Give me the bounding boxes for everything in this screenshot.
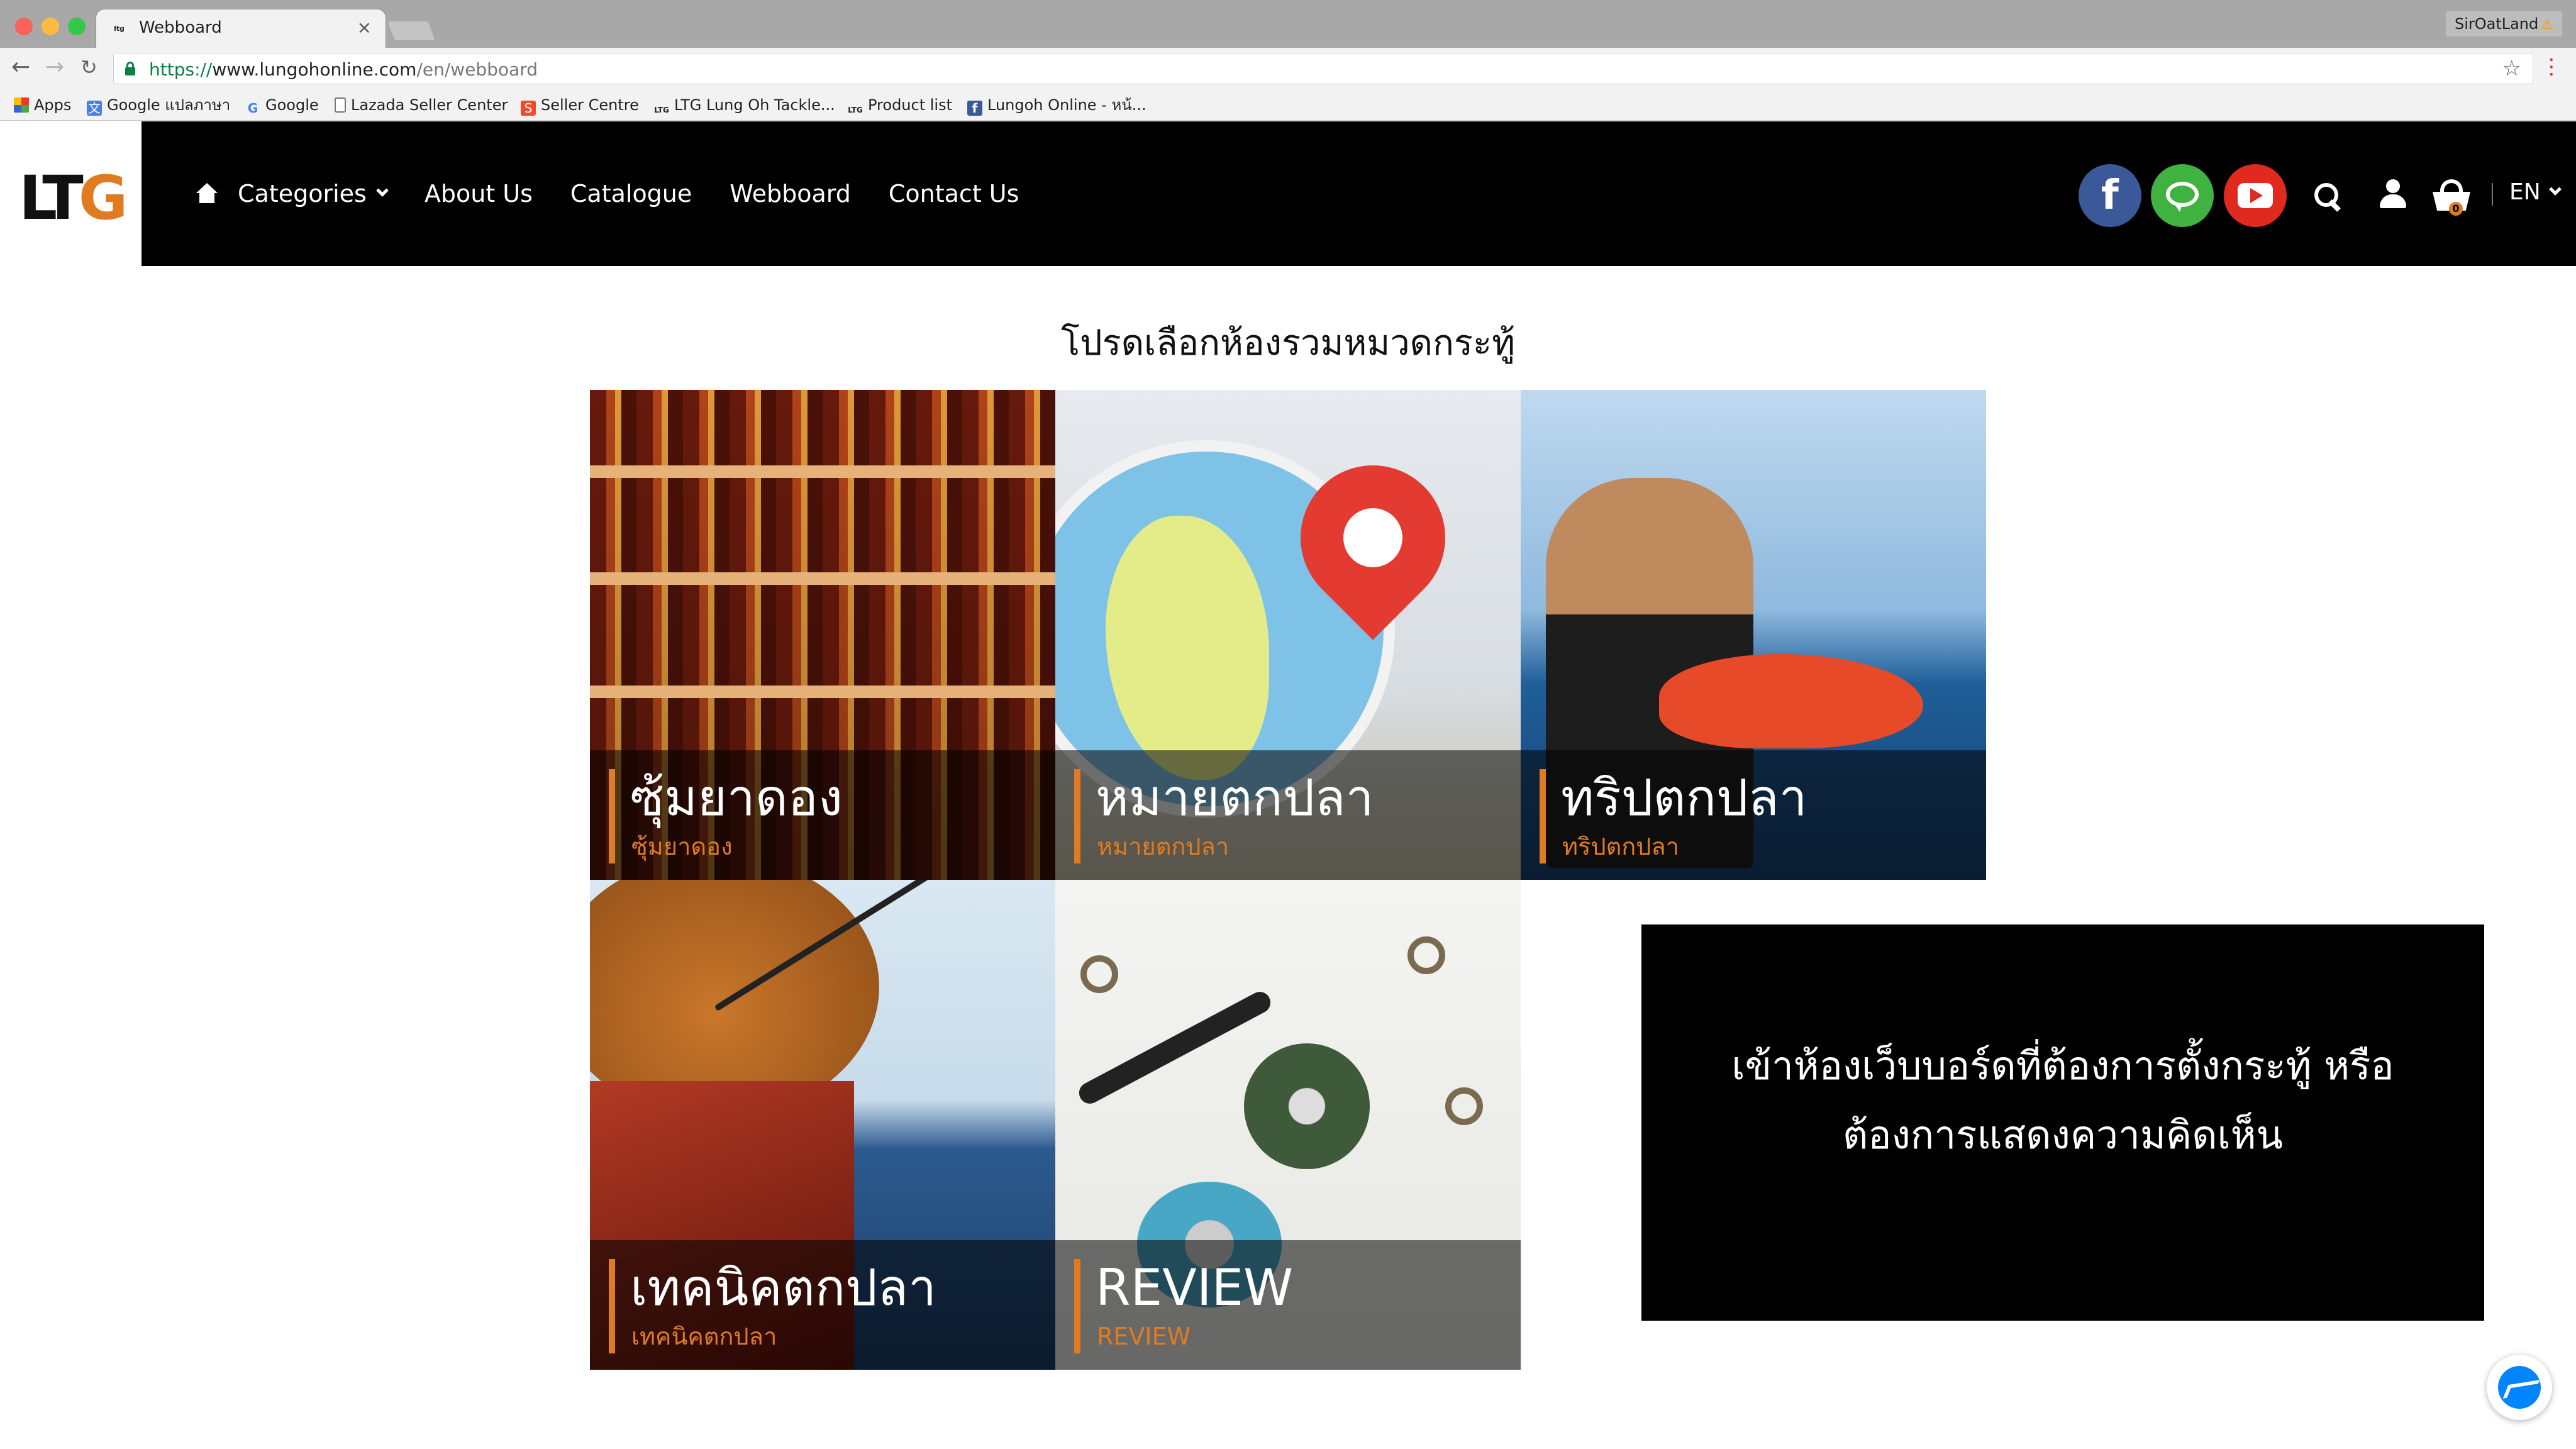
page-title: โปรดเลือกห้องรวมหมวดกระทู้ <box>1060 323 1515 364</box>
nav-contact-us[interactable]: Contact Us <box>889 180 1019 208</box>
user-icon[interactable] <box>2380 179 2406 208</box>
tile-caption: REVIEW REVIEW <box>1055 1240 1521 1370</box>
youtube-icon[interactable] <box>2224 164 2287 227</box>
accent-bar <box>609 769 615 863</box>
nav-categories[interactable]: Categories <box>195 180 389 208</box>
home-icon <box>195 183 219 204</box>
window-maximize-button[interactable] <box>68 18 86 35</box>
site-header: LTG Categories About Us Catalogue Webboa… <box>0 121 2576 266</box>
nav-webboard[interactable]: Webboard <box>730 180 851 208</box>
accent-bar <box>1074 769 1080 863</box>
bookmark-product-list[interactable]: LTG Product list <box>848 94 952 116</box>
warning-icon: ⚠ <box>2541 17 2553 33</box>
line-icon[interactable] <box>2151 164 2214 227</box>
fish-photo <box>1659 654 1923 748</box>
accent-bar <box>1074 1259 1080 1353</box>
accent-bar <box>609 1259 615 1353</box>
page-icon <box>335 97 346 113</box>
board-tile-fishing-trips[interactable]: ทริปตกปลา ทริปตกปลา <box>1521 390 1986 880</box>
forward-arrow-icon[interactable]: → <box>45 54 64 80</box>
profile-name: SirOatLand <box>2454 15 2539 33</box>
window-close-button[interactable] <box>15 18 33 35</box>
nav-catalogue[interactable]: Catalogue <box>570 180 692 208</box>
apps-grid-icon <box>14 97 29 113</box>
messenger-chat-button[interactable] <box>2487 1355 2552 1420</box>
info-banner-text: เข้าห้องเว็บบอร์ดที่ต้องการตั้งกระทู้ หร… <box>1641 1031 2484 1170</box>
bookmark-google[interactable]: G Google <box>245 94 319 116</box>
site-logo: LTG <box>19 163 128 233</box>
reel-spool-photo <box>1244 1043 1370 1169</box>
new-tab-button[interactable] <box>387 21 435 40</box>
chevron-down-icon <box>2548 182 2562 196</box>
tab-favicon: ltg <box>114 25 125 33</box>
tile-caption: เทคนิคตกปลา เทคนิคตกปลา <box>590 1240 1055 1370</box>
ltg-icon: LTG <box>654 106 669 114</box>
info-line-1: เข้าห้องเว็บบอร์ดที่ต้องการตั้งกระทู้ หร… <box>1731 1043 2394 1089</box>
tab-close-icon[interactable]: × <box>357 17 372 38</box>
bookmark-seller-centre[interactable]: S Seller Centre <box>521 94 639 116</box>
google-icon: G <box>247 101 258 116</box>
google-translate-icon: 文 <box>87 101 102 116</box>
divider <box>2492 183 2493 206</box>
board-title: เทคนิคตกปลา <box>630 1258 936 1317</box>
board-subtitle: REVIEW <box>1097 1323 1191 1350</box>
tile-caption: หมายตกปลา หมายตกปลา <box>1055 750 1521 880</box>
board-subtitle: เทคนิคตกปลา <box>631 1323 777 1350</box>
bookmark-google-translate[interactable]: 文 Google แปลภาษา <box>87 94 230 116</box>
nav-about-us[interactable]: About Us <box>425 180 533 208</box>
browser-menu-icon[interactable]: ⋮ <box>2541 55 2562 78</box>
bookmark-lungoh-facebook[interactable]: f Lungoh Online - หน้... <box>967 94 1146 116</box>
messenger-icon <box>2498 1366 2541 1409</box>
browser-tab-active[interactable]: ltg Webboard × <box>96 9 386 48</box>
screen: ltg Webboard × SirOatLand ⚠ ← → ↻ https:/… <box>0 0 2576 1449</box>
browser-toolbar: ← → ↻ https://www.lungohonline.com/en/we… <box>0 48 2576 89</box>
board-subtitle: ทริปตกปลา <box>1562 833 1680 860</box>
board-title: ซุ้มยาดอง <box>630 769 843 827</box>
board-tile-review[interactable]: REVIEW REVIEW <box>1055 880 1521 1370</box>
bookmark-star-icon[interactable]: ☆ <box>2502 56 2521 81</box>
board-title: หมายตกปลา <box>1096 769 1374 827</box>
board-tile-fishing-spots[interactable]: หมายตกปลา หมายตกปลา <box>1055 390 1521 880</box>
accent-bar <box>1540 769 1546 863</box>
board-subtitle: หมายตกปลา <box>1097 833 1230 860</box>
board-tile-fishing-techniques[interactable]: เทคนิคตกปลา เทคนิคตกปลา <box>590 880 1055 1370</box>
bookmark-lazada-seller-center[interactable]: Lazada Seller Center <box>335 94 508 116</box>
browser-tab-strip: ltg Webboard × SirOatLand ⚠ <box>0 0 2576 48</box>
profile-button[interactable]: SirOatLand ⚠ <box>2445 11 2562 36</box>
board-title: REVIEW <box>1096 1258 1294 1317</box>
nav-categories-label: Categories <box>238 180 367 208</box>
language-selector[interactable]: EN <box>2509 179 2562 205</box>
info-line-2: ต้องการแสดงความคิดเห็น <box>1843 1112 2283 1158</box>
language-label: EN <box>2509 179 2541 205</box>
main-nav: Categories About Us Catalogue Webboard C… <box>195 121 1057 266</box>
window-minimize-button[interactable] <box>42 18 59 35</box>
chevron-down-icon <box>375 184 389 197</box>
back-arrow-icon[interactable]: ← <box>11 54 30 80</box>
facebook-icon: f <box>967 101 982 116</box>
lock-icon <box>125 62 135 75</box>
search-icon[interactable] <box>2314 183 2340 208</box>
ltg-icon: LTG <box>848 106 863 114</box>
bookmarks-bar: Apps 文 Google แปลภาษา G Google Lazada Sell… <box>0 89 2576 121</box>
bookmark-apps[interactable]: Apps <box>14 94 71 116</box>
board-title: ทริปตกปลา <box>1561 769 1807 827</box>
tab-title: Webboard <box>139 18 222 37</box>
logo-link[interactable]: LTG <box>0 121 142 266</box>
tile-caption: ทริปตกปลา ทริปตกปลา <box>1521 750 1986 880</box>
address-bar[interactable]: https://www.lungohonline.com/en/webboard… <box>113 53 2533 84</box>
bookmark-ltg-lung-oh[interactable]: LTG LTG Lung Oh Tackle... <box>654 94 835 116</box>
tile-caption: ซุ้มยาดอง ซุ้มยาดอง <box>590 750 1055 880</box>
facebook-icon[interactable]: f <box>2079 164 2141 227</box>
board-subtitle: ซุ้มยาดอง <box>631 833 733 860</box>
board-tile-liquor[interactable]: ซุ้มยาดอง ซุ้มยาดอง <box>590 390 1055 880</box>
shopee-icon: S <box>521 101 536 116</box>
reload-icon[interactable]: ↻ <box>80 55 97 79</box>
address-url[interactable]: https://www.lungohonline.com/en/webboard <box>149 59 538 80</box>
info-banner: เข้าห้องเว็บบอร์ดที่ต้องการตั้งกระทู้ หร… <box>1641 924 2484 1321</box>
cart-count-badge: 0 <box>2449 202 2463 216</box>
